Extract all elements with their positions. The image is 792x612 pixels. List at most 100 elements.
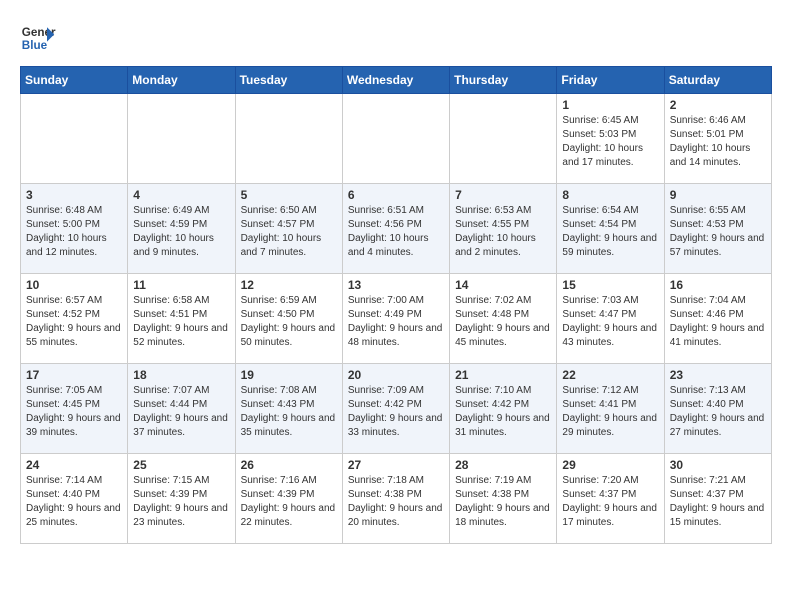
calendar-cell: 10 Sunrise: 6:57 AM Sunset: 4:52 PM Dayli…	[21, 274, 128, 364]
day-number: 2	[670, 98, 766, 112]
dow-header: Wednesday	[342, 67, 449, 94]
calendar-cell: 21 Sunrise: 7:10 AM Sunset: 4:42 PM Dayli…	[450, 364, 557, 454]
calendar-cell: 17 Sunrise: 7:05 AM Sunset: 4:45 PM Dayli…	[21, 364, 128, 454]
calendar-cell: 28Sunrise: 7:19 AM Sunset: 4:38 PM Dayli…	[450, 454, 557, 544]
day-number: 18	[133, 368, 229, 382]
calendar-cell	[235, 94, 342, 184]
calendar-table: SundayMondayTuesdayWednesdayThursdayFrid…	[20, 66, 772, 544]
calendar-cell: 4 Sunrise: 6:49 AM Sunset: 4:59 PM Daylig…	[128, 184, 235, 274]
dow-header: Tuesday	[235, 67, 342, 94]
day-number: 27	[348, 458, 444, 472]
calendar-cell	[128, 94, 235, 184]
day-info: Sunrise: 6:59 AM Sunset: 4:50 PM Dayligh…	[241, 294, 337, 350]
calendar-cell: 5 Sunrise: 6:50 AM Sunset: 4:57 PM Daylig…	[235, 184, 342, 274]
day-info: Sunrise: 6:58 AM Sunset: 4:51 PM Dayligh…	[133, 294, 229, 350]
day-number: 16	[670, 278, 766, 292]
day-info: Sunrise: 6:45 AM Sunset: 5:03 PM Dayligh…	[562, 114, 658, 170]
calendar-cell: 16 Sunrise: 7:04 AM Sunset: 4:46 PM Dayli…	[664, 274, 771, 364]
dow-header: Monday	[128, 67, 235, 94]
calendar-cell: 7 Sunrise: 6:53 AM Sunset: 4:55 PM Daylig…	[450, 184, 557, 274]
day-info: Sunrise: 7:12 AM Sunset: 4:41 PM Dayligh…	[562, 384, 658, 440]
day-info: Sunrise: 6:50 AM Sunset: 4:57 PM Dayligh…	[241, 204, 337, 260]
day-info: Sunrise: 7:15 AM Sunset: 4:39 PM Dayligh…	[133, 474, 229, 530]
day-info: Sunrise: 7:21 AM Sunset: 4:37 PM Dayligh…	[670, 474, 766, 530]
day-number: 6	[348, 188, 444, 202]
day-number: 20	[348, 368, 444, 382]
calendar-cell: 14 Sunrise: 7:02 AM Sunset: 4:48 PM Dayli…	[450, 274, 557, 364]
day-info: Sunrise: 6:49 AM Sunset: 4:59 PM Dayligh…	[133, 204, 229, 260]
day-number: 23	[670, 368, 766, 382]
calendar-cell: 22 Sunrise: 7:12 AM Sunset: 4:41 PM Dayli…	[557, 364, 664, 454]
day-number: 17	[26, 368, 122, 382]
calendar-cell: 8 Sunrise: 6:54 AM Sunset: 4:54 PM Daylig…	[557, 184, 664, 274]
calendar-cell	[21, 94, 128, 184]
day-info: Sunrise: 7:14 AM Sunset: 4:40 PM Dayligh…	[26, 474, 122, 530]
calendar-cell: 25 Sunrise: 7:15 AM Sunset: 4:39 PM Dayli…	[128, 454, 235, 544]
day-number: 1	[562, 98, 658, 112]
day-info: Sunrise: 7:07 AM Sunset: 4:44 PM Dayligh…	[133, 384, 229, 440]
day-number: 8	[562, 188, 658, 202]
calendar-cell: 12Sunrise: 6:59 AM Sunset: 4:50 PM Dayli…	[235, 274, 342, 364]
day-info: Sunrise: 7:18 AM Sunset: 4:38 PM Dayligh…	[348, 474, 444, 530]
day-info: Sunrise: 7:16 AM Sunset: 4:39 PM Dayligh…	[241, 474, 337, 530]
day-info: Sunrise: 7:10 AM Sunset: 4:42 PM Dayligh…	[455, 384, 551, 440]
day-number: 10	[26, 278, 122, 292]
calendar-cell: 2Sunrise: 6:46 AM Sunset: 5:01 PM Daylig…	[664, 94, 771, 184]
dow-header: Thursday	[450, 67, 557, 94]
day-info: Sunrise: 7:02 AM Sunset: 4:48 PM Dayligh…	[455, 294, 551, 350]
calendar-cell: 3 Sunrise: 6:48 AM Sunset: 5:00 PM Daylig…	[21, 184, 128, 274]
day-number: 3	[26, 188, 122, 202]
day-info: Sunrise: 7:00 AM Sunset: 4:49 PM Dayligh…	[348, 294, 444, 350]
day-number: 24	[26, 458, 122, 472]
calendar-cell: 19 Sunrise: 7:08 AM Sunset: 4:43 PM Dayli…	[235, 364, 342, 454]
day-info: Sunrise: 6:54 AM Sunset: 4:54 PM Dayligh…	[562, 204, 658, 260]
day-info: Sunrise: 6:51 AM Sunset: 4:56 PM Dayligh…	[348, 204, 444, 260]
day-number: 4	[133, 188, 229, 202]
day-info: Sunrise: 6:53 AM Sunset: 4:55 PM Dayligh…	[455, 204, 551, 260]
day-number: 11	[133, 278, 229, 292]
calendar-cell: 11 Sunrise: 6:58 AM Sunset: 4:51 PM Dayli…	[128, 274, 235, 364]
logo-icon: General Blue	[20, 20, 56, 56]
calendar-cell: 13Sunrise: 7:00 AM Sunset: 4:49 PM Dayli…	[342, 274, 449, 364]
day-info: Sunrise: 7:13 AM Sunset: 4:40 PM Dayligh…	[670, 384, 766, 440]
day-number: 9	[670, 188, 766, 202]
calendar-cell: 20 Sunrise: 7:09 AM Sunset: 4:42 PM Dayli…	[342, 364, 449, 454]
day-info: Sunrise: 7:20 AM Sunset: 4:37 PM Dayligh…	[562, 474, 658, 530]
day-number: 30	[670, 458, 766, 472]
logo: General Blue	[20, 20, 56, 56]
calendar-cell: 1 Sunrise: 6:45 AM Sunset: 5:03 PM Daylig…	[557, 94, 664, 184]
day-number: 25	[133, 458, 229, 472]
calendar-cell: 18 Sunrise: 7:07 AM Sunset: 4:44 PM Dayli…	[128, 364, 235, 454]
day-number: 29	[562, 458, 658, 472]
svg-text:Blue: Blue	[22, 39, 48, 52]
day-number: 5	[241, 188, 337, 202]
calendar-cell: 30 Sunrise: 7:21 AM Sunset: 4:37 PM Dayli…	[664, 454, 771, 544]
calendar-cell: 6 Sunrise: 6:51 AM Sunset: 4:56 PM Daylig…	[342, 184, 449, 274]
day-number: 7	[455, 188, 551, 202]
day-info: Sunrise: 7:08 AM Sunset: 4:43 PM Dayligh…	[241, 384, 337, 440]
day-info: Sunrise: 7:03 AM Sunset: 4:47 PM Dayligh…	[562, 294, 658, 350]
calendar-cell: 24 Sunrise: 7:14 AM Sunset: 4:40 PM Dayli…	[21, 454, 128, 544]
day-info: Sunrise: 6:48 AM Sunset: 5:00 PM Dayligh…	[26, 204, 122, 260]
page-header: General Blue	[20, 20, 772, 56]
calendar-cell: 23 Sunrise: 7:13 AM Sunset: 4:40 PM Dayli…	[664, 364, 771, 454]
day-info: Sunrise: 6:57 AM Sunset: 4:52 PM Dayligh…	[26, 294, 122, 350]
day-info: Sunrise: 7:05 AM Sunset: 4:45 PM Dayligh…	[26, 384, 122, 440]
calendar-cell: 29 Sunrise: 7:20 AM Sunset: 4:37 PM Dayli…	[557, 454, 664, 544]
day-info: Sunrise: 6:55 AM Sunset: 4:53 PM Dayligh…	[670, 204, 766, 260]
day-info: Sunrise: 7:04 AM Sunset: 4:46 PM Dayligh…	[670, 294, 766, 350]
day-number: 15	[562, 278, 658, 292]
calendar-cell: 26 Sunrise: 7:16 AM Sunset: 4:39 PM Dayli…	[235, 454, 342, 544]
day-info: Sunrise: 7:19 AM Sunset: 4:38 PM Dayligh…	[455, 474, 551, 530]
dow-header: Sunday	[21, 67, 128, 94]
calendar-cell	[450, 94, 557, 184]
day-info: Sunrise: 7:09 AM Sunset: 4:42 PM Dayligh…	[348, 384, 444, 440]
day-number: 22	[562, 368, 658, 382]
day-number: 21	[455, 368, 551, 382]
day-number: 19	[241, 368, 337, 382]
day-number: 14	[455, 278, 551, 292]
calendar-cell	[342, 94, 449, 184]
day-number: 26	[241, 458, 337, 472]
dow-header: Friday	[557, 67, 664, 94]
dow-header: Saturday	[664, 67, 771, 94]
